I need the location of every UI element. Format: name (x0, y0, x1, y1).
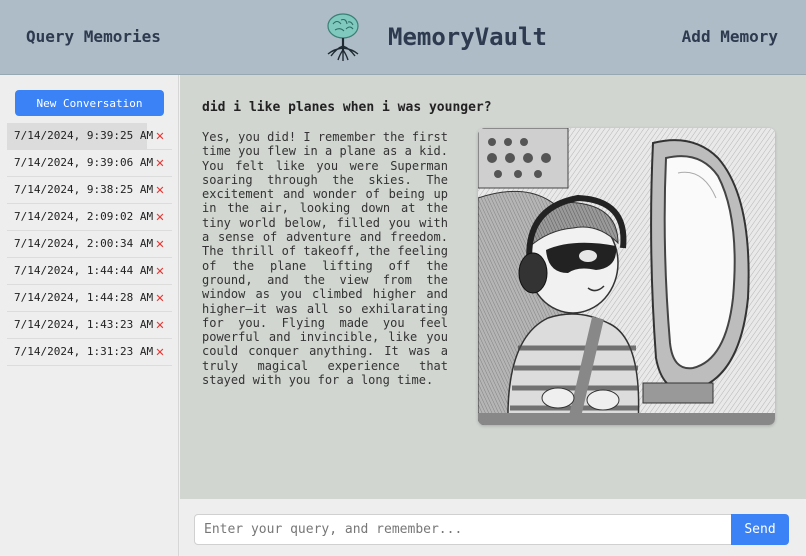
add-memory-link[interactable]: Add Memory (682, 27, 778, 46)
conversation-item[interactable]: 7/14/2024, 2:00:34 AM ✕ (7, 231, 172, 258)
conversation-list: 7/14/2024, 9:39:25 AM ✕ 7/14/2024, 9:39:06… (7, 123, 172, 366)
delete-conversation-icon[interactable]: ✕ (153, 312, 167, 338)
conversation-timestamp[interactable]: 7/14/2024, 1:44:28 AM (7, 285, 153, 311)
conversation-item[interactable]: 7/14/2024, 1:44:28 AM ✕ (7, 285, 172, 312)
conversation-sidebar: New Conversation 7/14/2024, 9:39:25 AM ✕ 7… (0, 75, 179, 556)
conversation-timestamp[interactable]: 7/14/2024, 1:43:23 AM (7, 312, 153, 338)
delete-conversation-icon[interactable]: ✕ (153, 339, 167, 365)
chat-area: did i like planes when i was younger? Ye… (180, 75, 806, 499)
query-memories-link[interactable]: Query Memories (26, 27, 161, 46)
conversation-item[interactable]: 7/14/2024, 2:09:02 AM ✕ (7, 204, 172, 231)
delete-conversation-icon[interactable]: ✕ (153, 123, 167, 149)
conversation-timestamp[interactable]: 7/14/2024, 9:38:25 AM (7, 177, 153, 203)
delete-conversation-icon[interactable]: ✕ (153, 231, 167, 257)
query-input[interactable] (194, 514, 732, 545)
delete-conversation-icon[interactable]: ✕ (153, 177, 167, 203)
conversation-item[interactable]: 7/14/2024, 9:39:06 AM ✕ (7, 150, 172, 177)
conversation-item[interactable]: 7/14/2024, 1:31:23 AM ✕ (7, 339, 172, 366)
app-header: Query Memories MemoryVault Add Memory (0, 0, 806, 75)
brain-tree-icon (327, 13, 359, 61)
delete-conversation-icon[interactable]: ✕ (153, 285, 167, 311)
conversation-item[interactable]: 7/14/2024, 9:39:25 AM ✕ (7, 123, 172, 150)
app-title: MemoryVault (388, 23, 547, 51)
send-button[interactable]: Send (731, 514, 789, 545)
delete-conversation-icon[interactable]: ✕ (153, 258, 167, 284)
delete-conversation-icon[interactable]: ✕ (153, 150, 167, 176)
conversation-item[interactable]: 7/14/2024, 1:44:44 AM ✕ (7, 258, 172, 285)
memory-illustration (478, 128, 775, 425)
delete-conversation-icon[interactable]: ✕ (153, 204, 167, 230)
assistant-answer: Yes, you did! I remember the first time … (202, 130, 448, 388)
conversation-timestamp[interactable]: 7/14/2024, 2:00:34 AM (7, 231, 153, 257)
conversation-item[interactable]: 7/14/2024, 9:38:25 AM ✕ (7, 177, 172, 204)
conversation-timestamp[interactable]: 7/14/2024, 9:39:25 AM (7, 123, 153, 149)
conversation-timestamp[interactable]: 7/14/2024, 1:31:23 AM (7, 339, 153, 365)
conversation-timestamp[interactable]: 7/14/2024, 2:09:02 AM (7, 204, 153, 230)
user-question: did i like planes when i was younger? (202, 100, 492, 115)
child-on-plane-sketch (478, 128, 775, 425)
conversation-item[interactable]: 7/14/2024, 1:43:23 AM ✕ (7, 312, 172, 339)
new-conversation-button[interactable]: New Conversation (15, 90, 164, 116)
conversation-timestamp[interactable]: 7/14/2024, 1:44:44 AM (7, 258, 153, 284)
query-bar: Send (180, 499, 806, 556)
conversation-timestamp[interactable]: 7/14/2024, 9:39:06 AM (7, 150, 153, 176)
